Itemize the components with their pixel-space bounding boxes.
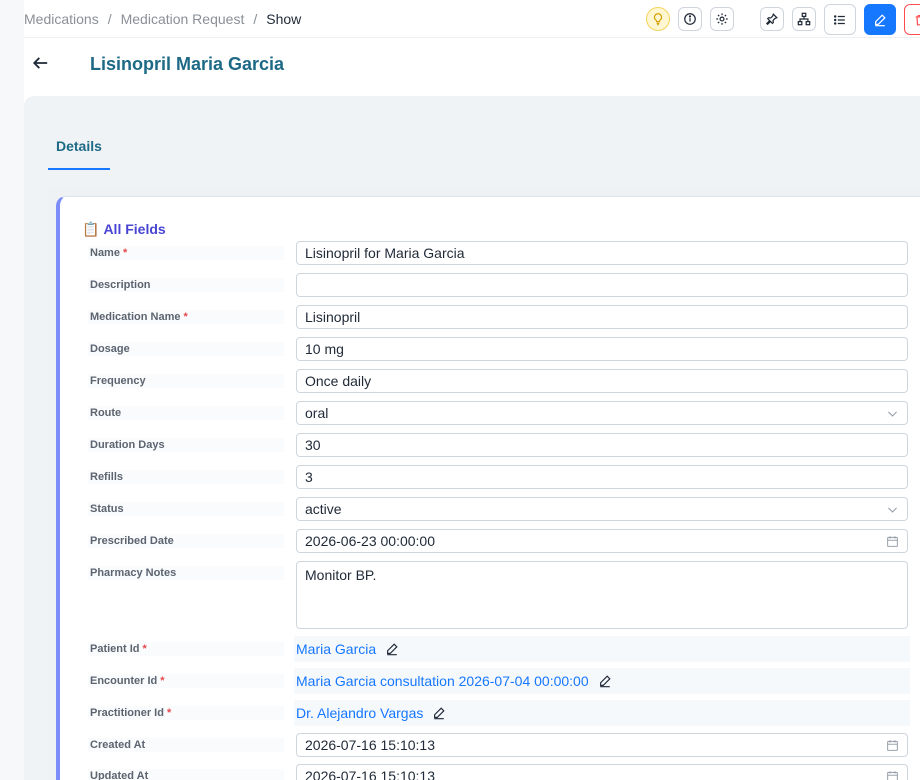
- field-label: Dosage: [88, 342, 284, 356]
- field-label: Pharmacy Notes: [88, 566, 284, 580]
- clipboard-icon: 📋: [82, 221, 100, 237]
- created-at-picker[interactable]: 2026-07-16 15:10:13: [296, 733, 908, 757]
- field-label: Patient Id *: [88, 642, 284, 656]
- required-marker: *: [166, 707, 172, 719]
- calendar-icon: [887, 740, 898, 751]
- breadcrumb-item-medications[interactable]: Medications: [24, 11, 99, 27]
- name-input[interactable]: Lisinopril for Maria Garcia: [296, 241, 908, 265]
- frequency-input[interactable]: Once daily: [296, 369, 908, 393]
- breadcrumb-current: Show: [266, 11, 302, 27]
- edit-icon: [875, 13, 886, 26]
- field-label: Practitioner Id *: [88, 706, 284, 720]
- duration-days-input[interactable]: 30: [296, 433, 908, 457]
- details-panel: 📋 All Fields Name * Lisinopril for Maria G…: [48, 186, 920, 780]
- required-marker: *: [183, 311, 188, 323]
- hierarchy-button[interactable]: [792, 7, 816, 31]
- field-label: Name *: [88, 246, 284, 260]
- content-area: Details 📋 All Fields Name * Lisinopril for…: [24, 96, 920, 780]
- field-label: Prescribed Date: [88, 534, 284, 548]
- calendar-icon: [887, 536, 898, 547]
- dosage-input[interactable]: 10 mg: [296, 337, 908, 361]
- required-marker: *: [160, 675, 165, 687]
- lightbulb-icon: [653, 13, 663, 26]
- page-header: Lisinopril Maria Garcia: [24, 38, 920, 96]
- list-icon: [833, 14, 845, 25]
- gear-icon: [716, 13, 728, 25]
- list-view-button[interactable]: [824, 4, 856, 35]
- tab-details[interactable]: Details: [48, 120, 110, 170]
- delete-icon: [915, 14, 920, 25]
- field-label: Description: [88, 278, 284, 292]
- tips-button[interactable]: [646, 7, 670, 31]
- section-title-text: All Fields: [103, 221, 166, 237]
- required-marker: *: [142, 643, 147, 655]
- status-select[interactable]: active: [296, 497, 908, 521]
- created-at-value: 2026-07-16 15:10:13: [305, 737, 435, 753]
- field-label: Frequency: [88, 374, 284, 388]
- medication-name-input[interactable]: Lisinopril: [296, 305, 908, 329]
- breadcrumb: Medications / Medication Request / Show: [24, 11, 301, 27]
- encounter-link: Maria Garcia consultation 2026-07-04 00:…: [296, 673, 612, 689]
- field-label: Created At: [88, 738, 284, 752]
- practitioner-link: Dr. Alejandro Vargas: [296, 705, 446, 721]
- pharmacy-notes-textarea[interactable]: Monitor BP.: [296, 561, 908, 629]
- edit-button[interactable]: [864, 4, 896, 35]
- field-label: Updated At: [88, 769, 284, 780]
- refills-input[interactable]: 3: [296, 465, 908, 489]
- edit-pencil-icon[interactable]: [432, 706, 446, 720]
- sitemap-icon: [797, 12, 811, 26]
- edit-pencil-icon[interactable]: [385, 642, 399, 656]
- breadcrumb-separator: /: [107, 11, 112, 27]
- breadcrumb-separator: /: [253, 11, 258, 27]
- route-select[interactable]: oral: [296, 401, 908, 425]
- pin-button[interactable]: [760, 7, 784, 31]
- field-label: Status: [88, 502, 284, 516]
- pin-icon: [765, 13, 778, 26]
- field-label: Medication Name *: [88, 310, 284, 324]
- breadcrumb-item-medication-request[interactable]: Medication Request: [121, 11, 245, 27]
- patient-link: Maria Garcia: [296, 641, 399, 657]
- info-icon: [684, 13, 696, 25]
- settings-button[interactable]: [710, 7, 734, 31]
- prescribed-date-picker[interactable]: 2026-06-23 00:00:00: [296, 529, 908, 553]
- field-label: Encounter Id *: [88, 674, 284, 688]
- left-gutter: [0, 0, 24, 780]
- edit-pencil-icon[interactable]: [598, 674, 612, 688]
- required-marker: *: [122, 247, 128, 259]
- patient-link-text[interactable]: Maria Garcia: [296, 641, 376, 657]
- tab-bar: Details: [48, 120, 920, 186]
- all-fields-card: 📋 All Fields Name * Lisinopril for Maria G…: [56, 196, 920, 780]
- status-select-value: active: [305, 501, 342, 517]
- chevron-down-icon: [888, 411, 897, 417]
- delete-button[interactable]: [904, 4, 920, 35]
- description-input[interactable]: [296, 273, 908, 297]
- info-button[interactable]: [678, 7, 702, 31]
- chevron-down-icon: [888, 507, 897, 513]
- calendar-icon: [887, 771, 898, 780]
- page-title: Lisinopril Maria Garcia: [90, 54, 285, 74]
- field-label: Route: [88, 406, 284, 420]
- top-bar: Medications / Medication Request / Show: [24, 0, 920, 38]
- field-label: Refills: [88, 470, 284, 484]
- encounter-link-text[interactable]: Maria Garcia consultation 2026-07-04 00:…: [296, 673, 589, 689]
- section-title: 📋 All Fields: [82, 221, 166, 238]
- route-select-value: oral: [305, 405, 329, 421]
- updated-at-picker[interactable]: 2026-07-16 15:10:13: [296, 764, 908, 780]
- field-label: Duration Days: [88, 438, 284, 452]
- updated-at-value: 2026-07-16 15:10:13: [305, 768, 435, 780]
- practitioner-link-text[interactable]: Dr. Alejandro Vargas: [296, 705, 423, 721]
- back-arrow-icon[interactable]: [32, 54, 50, 72]
- prescribed-date-value: 2026-06-23 00:00:00: [305, 533, 435, 549]
